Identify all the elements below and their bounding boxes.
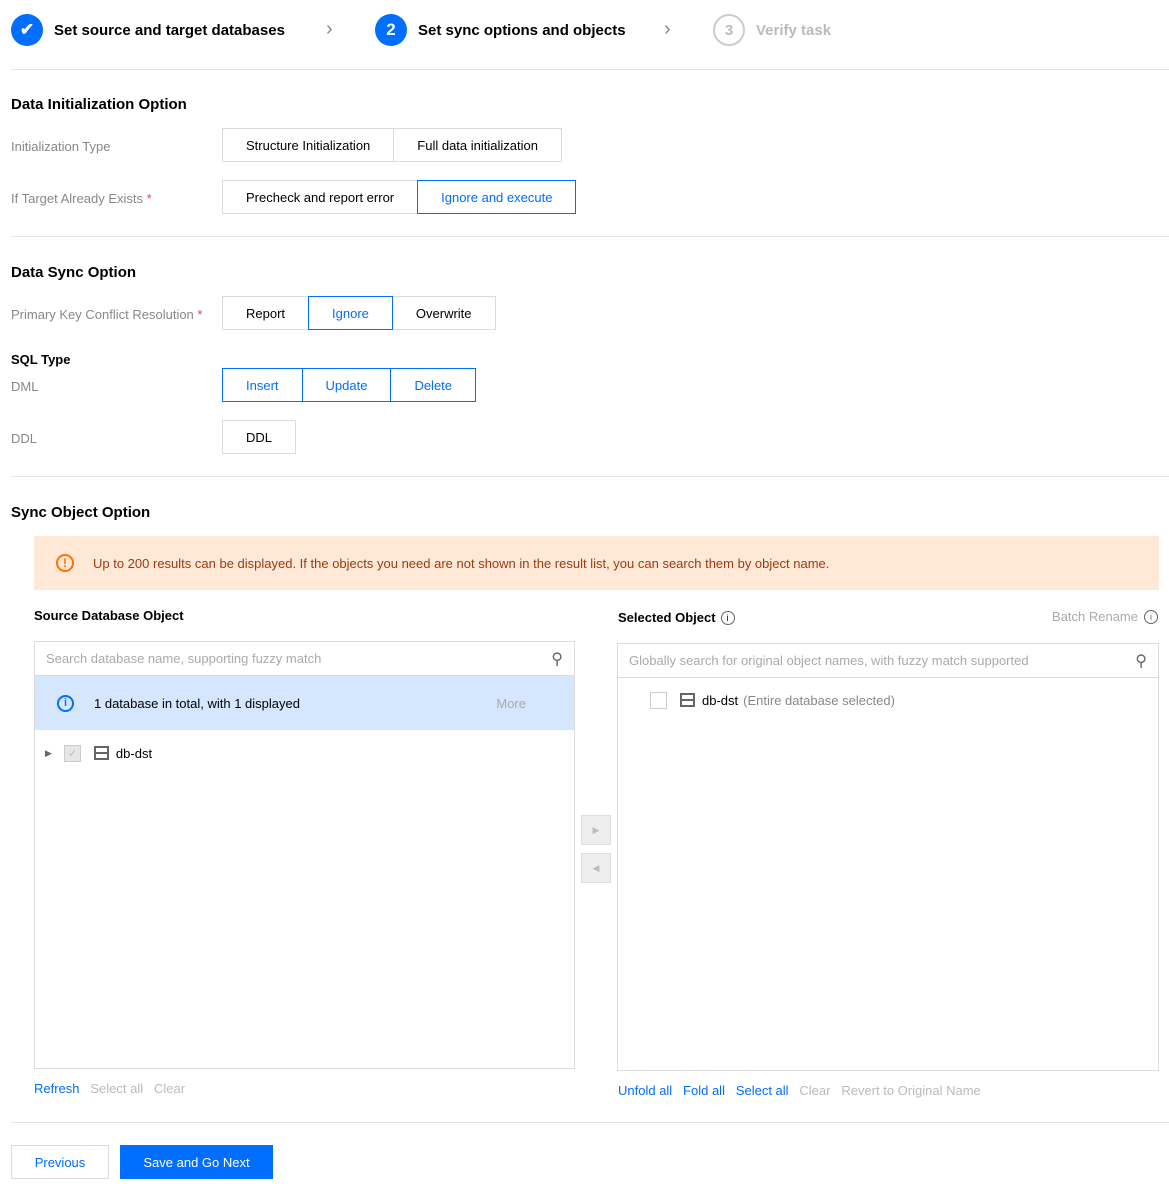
select-all-link[interactable]: Select all	[90, 1081, 143, 1096]
move-right-button[interactable]: ▶	[581, 815, 611, 845]
section-title: Data Sync Option	[11, 264, 137, 281]
option-ignore[interactable]: Ignore	[308, 296, 393, 330]
source-actions: Refresh Select all Clear	[34, 1081, 185, 1096]
divider	[11, 476, 1169, 477]
selected-panel: Globally search for original object name…	[617, 643, 1159, 1071]
revert-name-link[interactable]: Revert to Original Name	[841, 1083, 980, 1098]
option-update[interactable]: Update	[301, 368, 392, 402]
source-title: Source Database Object	[34, 608, 184, 623]
step-1: ✔ Set source and target databases	[11, 14, 285, 46]
divider	[11, 236, 1169, 237]
warning-icon: !	[56, 554, 74, 572]
search-icon[interactable]: ⚲	[551, 649, 563, 669]
option-precheck[interactable]: Precheck and report error	[222, 180, 419, 214]
selected-search-input[interactable]: Globally search for original object name…	[618, 644, 1158, 678]
option-structure-init[interactable]: Structure Initialization	[222, 128, 395, 162]
clear-link[interactable]: Clear	[154, 1081, 185, 1096]
selected-actions: Unfold all Fold all Select all Clear Rev…	[618, 1083, 981, 1098]
tree-item[interactable]: ▶ ✓ db-dst	[35, 730, 574, 776]
chevron-right-icon: ›	[664, 18, 671, 40]
more-link[interactable]: More	[496, 696, 526, 711]
source-search-input[interactable]: Search database name, supporting fuzzy m…	[35, 642, 574, 676]
field-label: If Target Already Exists *	[11, 191, 152, 206]
option-full-data-init[interactable]: Full data initialization	[393, 128, 562, 162]
divider	[11, 1122, 1169, 1123]
chevron-right-icon: ›	[326, 18, 333, 40]
step-2: 2 Set sync options and objects	[375, 14, 626, 46]
ddl-group: DDL	[222, 420, 297, 454]
info-icon[interactable]: i	[1144, 609, 1158, 624]
step-3: 3 Verify task	[713, 14, 831, 46]
option-ddl[interactable]: DDL	[222, 420, 297, 454]
save-next-button[interactable]: Save and Go Next	[120, 1145, 273, 1179]
field-label: Initialization Type	[11, 139, 111, 154]
selected-title: Selected Object i	[618, 610, 735, 625]
divider	[11, 69, 1169, 70]
warning-banner: ! Up to 200 results can be displayed. If…	[34, 536, 1159, 590]
field-label: DML	[11, 379, 39, 394]
clear-link[interactable]: Clear	[799, 1083, 830, 1098]
info-bar: i 1 database in total, with 1 displayed …	[35, 676, 574, 730]
info-icon[interactable]: i	[720, 610, 735, 625]
source-panel: Search database name, supporting fuzzy m…	[34, 641, 575, 1069]
option-delete[interactable]: Delete	[390, 368, 477, 402]
previous-button[interactable]: Previous	[11, 1145, 109, 1179]
refresh-link[interactable]: Refresh	[34, 1081, 80, 1096]
option-report[interactable]: Report	[222, 296, 310, 330]
field-label: DDL	[11, 431, 38, 446]
caret-right-icon[interactable]: ▶	[45, 748, 52, 759]
pk-conflict-group: Report Ignore Overwrite	[222, 296, 496, 330]
field-label: Primary Key Conflict Resolution *	[11, 307, 203, 322]
tree-item[interactable]: db-dst (Entire database selected)	[618, 678, 1158, 722]
database-icon	[680, 693, 695, 707]
info-icon: i	[57, 694, 74, 712]
fold-all-link[interactable]: Fold all	[683, 1083, 725, 1098]
search-icon[interactable]: ⚲	[1135, 651, 1147, 671]
check-icon: ✔	[11, 14, 43, 46]
database-icon	[93, 746, 109, 760]
checkbox[interactable]	[650, 691, 667, 709]
unfold-all-link[interactable]: Unfold all	[618, 1083, 672, 1098]
checkbox[interactable]: ✓	[63, 744, 81, 762]
section-title: Sync Object Option	[11, 504, 151, 521]
dml-group: Insert Update Delete	[222, 368, 477, 402]
option-ignore-execute[interactable]: Ignore and execute	[417, 180, 577, 214]
sql-type-label: SQL Type	[11, 352, 71, 367]
move-left-button[interactable]: ◀	[581, 853, 611, 883]
section-title: Data Initialization Option	[11, 96, 187, 113]
option-overwrite[interactable]: Overwrite	[391, 296, 496, 330]
init-type-group: Structure Initialization Full data initi…	[222, 128, 562, 162]
target-exists-group: Precheck and report error Ignore and exe…	[222, 180, 577, 214]
batch-rename[interactable]: Batch Rename i	[1052, 609, 1158, 624]
option-insert[interactable]: Insert	[222, 368, 303, 402]
select-all-link[interactable]: Select all	[736, 1083, 789, 1098]
